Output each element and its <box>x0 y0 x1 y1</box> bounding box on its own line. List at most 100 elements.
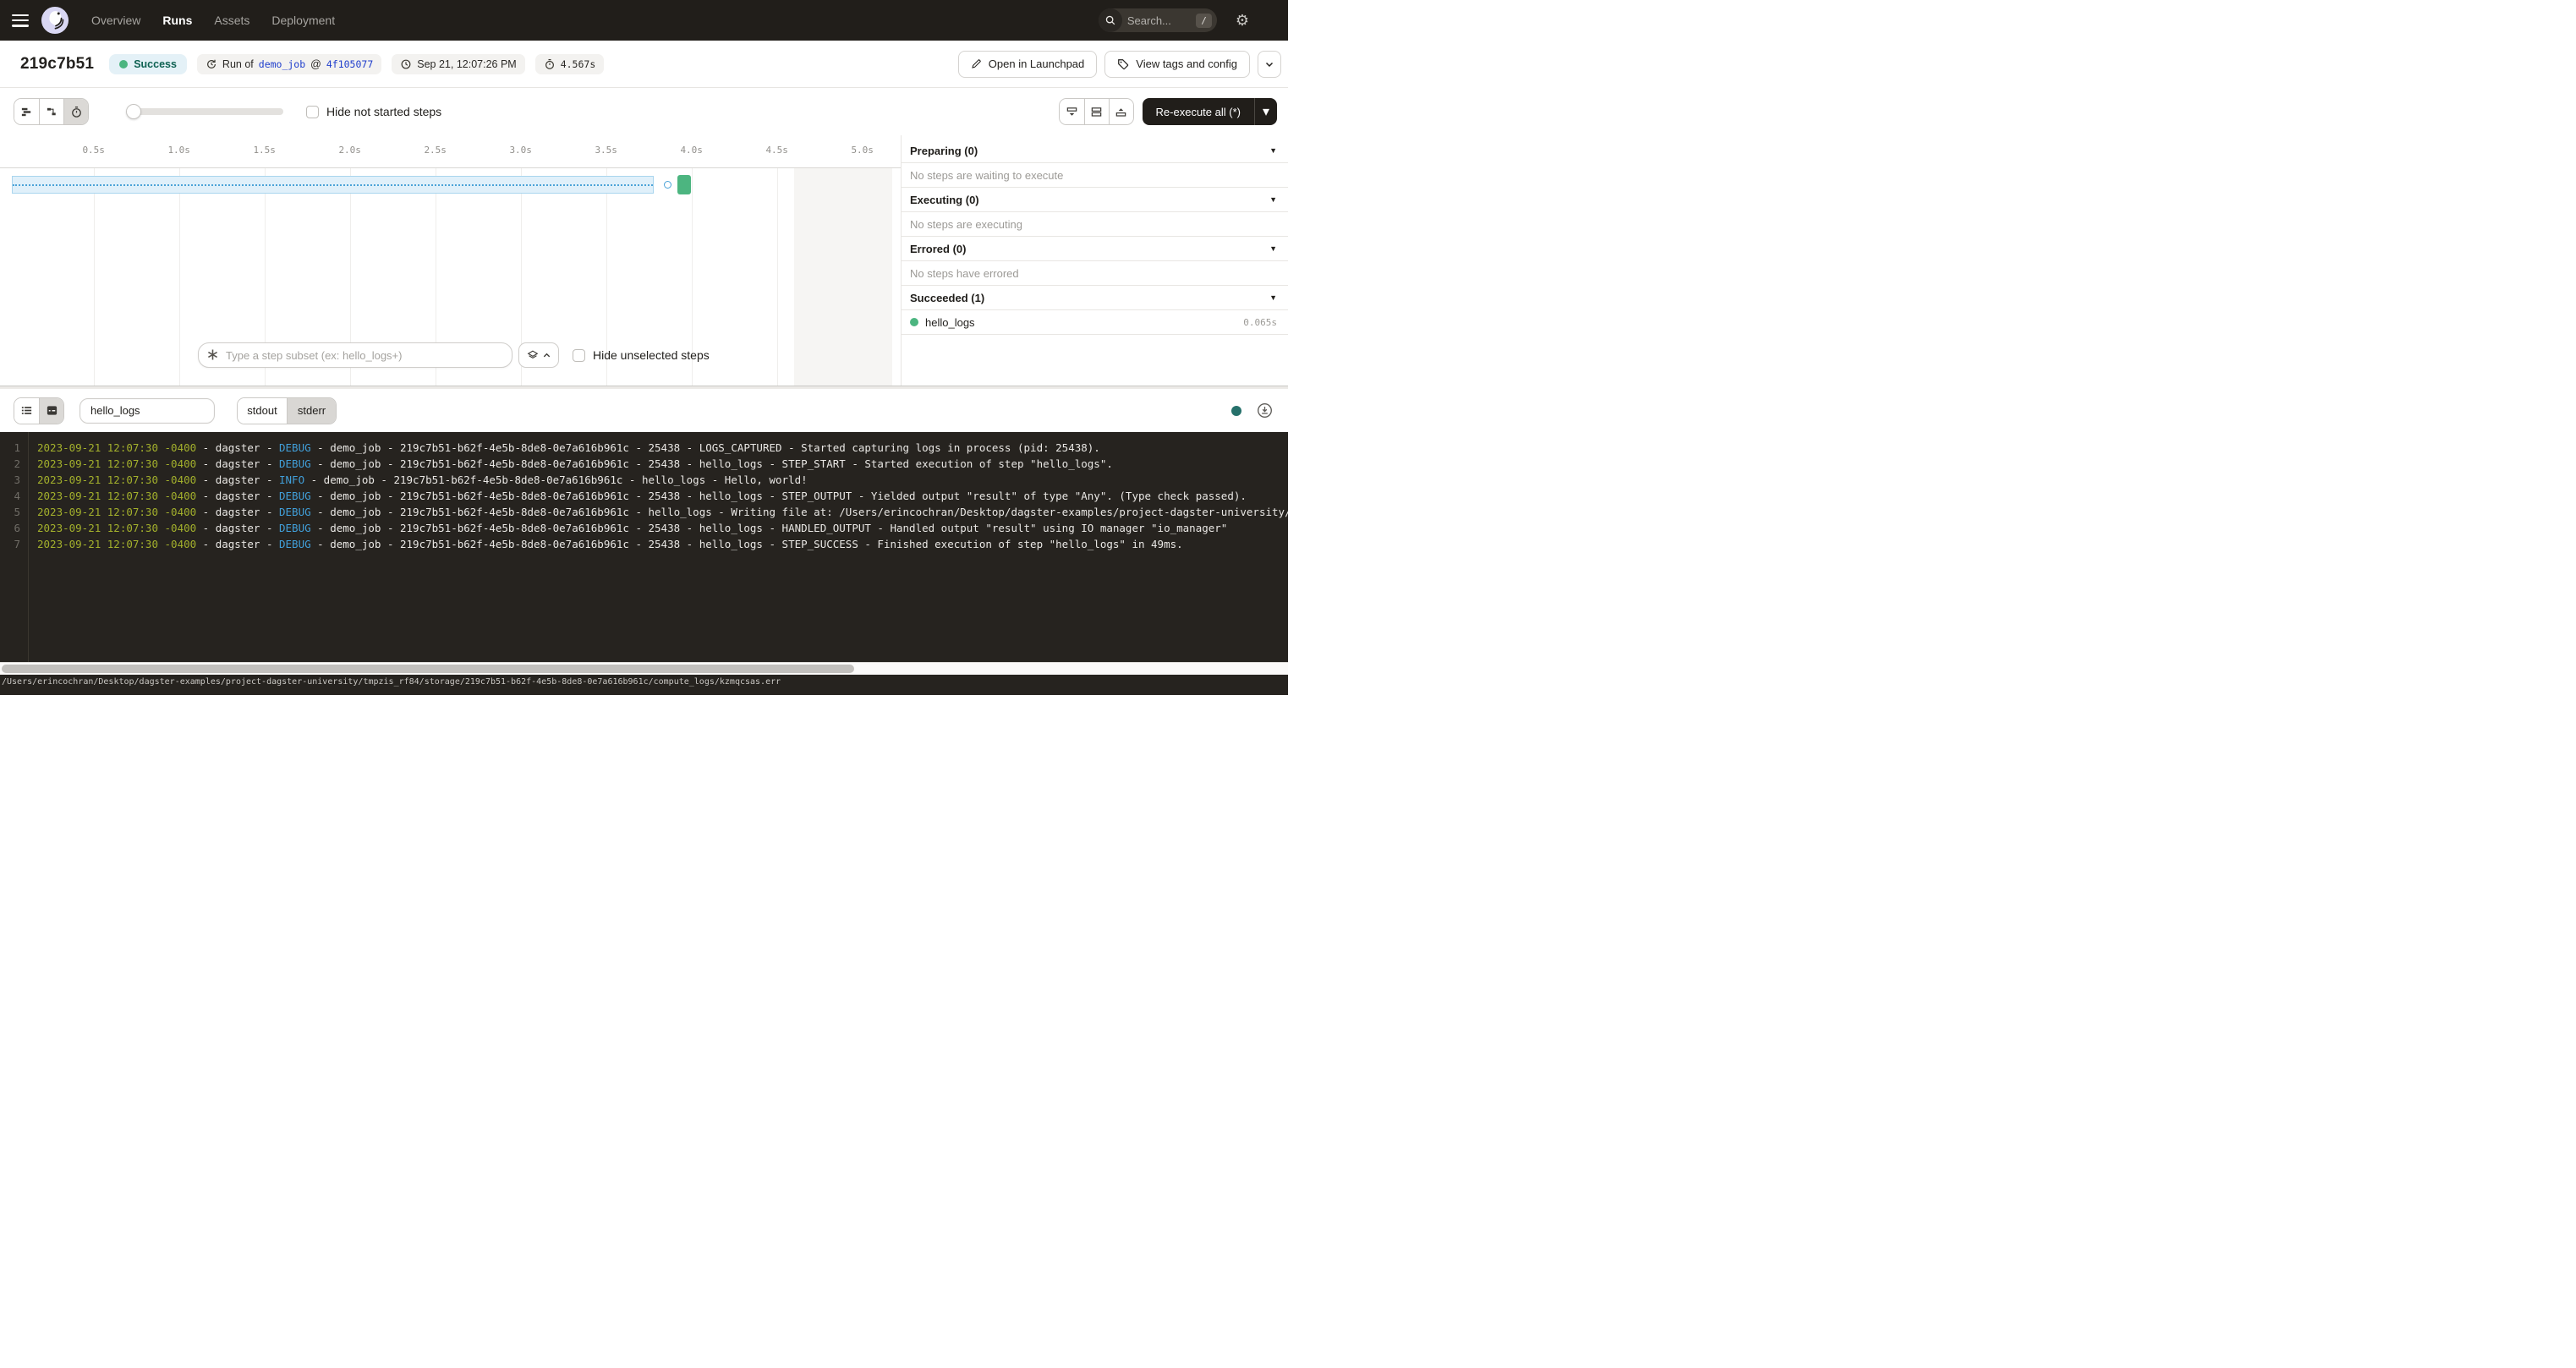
log-step-filter-input[interactable] <box>79 398 215 424</box>
panel-section-header[interactable]: Preparing (0)▼ <box>902 139 1288 163</box>
timer-icon <box>544 58 556 70</box>
tab-stdout[interactable]: stdout <box>238 398 287 424</box>
layers-icon <box>527 349 539 361</box>
gantt-view-mode-group <box>14 98 89 125</box>
log-line: 72023-09-21 12:07:30 -0400 - dagster - D… <box>0 536 1288 552</box>
collapse-top-pane-button[interactable] <box>1109 99 1133 124</box>
line-number-gutter-divider <box>28 432 29 662</box>
section-caret-icon[interactable]: ▼ <box>1269 146 1277 155</box>
gantt-toolbar: Hide not started steps Re-execute all (*… <box>0 88 1288 135</box>
log-line: 42023-09-21 12:07:30 -0400 - dagster - D… <box>0 488 1288 504</box>
log-line-number: 5 <box>0 504 28 520</box>
gantt-step-bar-hello-logs[interactable] <box>677 175 691 194</box>
log-line-text: 2023-09-21 12:07:30 -0400 - dagster - DE… <box>28 488 1247 504</box>
axis-tick-label: 4.5s <box>756 145 798 156</box>
open-in-launchpad-button[interactable]: Open in Launchpad <box>958 51 1097 78</box>
structured-logs-button[interactable] <box>14 398 39 424</box>
search-box[interactable]: / <box>1099 8 1217 32</box>
run-of-tag: Run of demo_job @ 4f105077 <box>197 54 381 74</box>
axis-tick-label: 5.0s <box>841 145 884 156</box>
zoom-slider-handle[interactable] <box>126 104 141 119</box>
log-line-text: 2023-09-21 12:07:30 -0400 - dagster - DE… <box>28 520 1227 536</box>
clock-icon <box>400 58 412 70</box>
search-input[interactable] <box>1122 14 1196 27</box>
split-panes-button[interactable] <box>1084 99 1109 124</box>
chevron-up-icon <box>542 351 551 360</box>
collapse-bottom-pane-button[interactable] <box>1060 99 1084 124</box>
panel-section-title: Preparing (0) <box>910 145 1269 157</box>
section-caret-icon[interactable]: ▼ <box>1269 244 1277 253</box>
run-actions-menu-button[interactable] <box>1258 51 1281 78</box>
nav-item-runs[interactable]: Runs <box>162 14 192 27</box>
tag-icon <box>1117 58 1129 70</box>
reexecute-dropdown-caret[interactable]: ▾ <box>1254 98 1277 125</box>
axis-tick-label: 3.0s <box>500 145 542 156</box>
gear-icon[interactable]: ⚙ <box>1236 13 1249 28</box>
reexecute-all-button[interactable]: Re-execute all (*) ▾ <box>1143 98 1277 125</box>
flat-view-button[interactable] <box>14 99 39 124</box>
console-icon <box>46 404 58 417</box>
gantt-zoom-slider[interactable] <box>128 108 283 115</box>
panel-empty-text: No steps are waiting to execute <box>910 169 1063 182</box>
horizontal-scrollbar-thumb[interactable] <box>2 665 854 673</box>
view-tags-config-button[interactable]: View tags and config <box>1104 51 1250 78</box>
log-line-number: 3 <box>0 472 28 488</box>
hide-unselected-control: Hide unselected steps <box>573 348 710 362</box>
dagster-logo-icon[interactable] <box>41 6 69 35</box>
axis-tick-label: 2.0s <box>329 145 371 156</box>
job-name-link[interactable]: demo_job <box>259 58 305 70</box>
panel-section-title: Errored (0) <box>910 243 1269 255</box>
panel-step-row[interactable]: hello_logs0.065s <box>902 310 1288 335</box>
log-line-number: 7 <box>0 536 28 552</box>
step-subset-row: Hide unselected steps <box>0 342 901 368</box>
panel-empty-row: No steps are executing <box>902 212 1288 237</box>
search-icon <box>1099 8 1122 32</box>
timed-view-button[interactable] <box>63 99 88 124</box>
download-logs-button[interactable] <box>1257 402 1273 419</box>
pane-layout-group <box>1059 98 1134 125</box>
panel-section-header[interactable]: Succeeded (1)▼ <box>902 286 1288 310</box>
code-version-link[interactable]: 4f105077 <box>326 58 373 70</box>
hide-not-started-checkbox[interactable] <box>306 106 319 118</box>
timestamp-tag: Sep 21, 12:07:26 PM <box>392 54 524 74</box>
waterfall-view-button[interactable] <box>39 99 63 124</box>
log-status-dot <box>1231 406 1241 416</box>
panel-empty-row: No steps are waiting to execute <box>902 163 1288 188</box>
log-line-text: 2023-09-21 12:07:30 -0400 - dagster - DE… <box>28 536 1183 552</box>
horizontal-scrollbar[interactable] <box>0 662 1288 675</box>
log-line-number: 1 <box>0 440 28 456</box>
tab-stderr[interactable]: stderr <box>287 398 336 424</box>
nav-item-assets[interactable]: Assets <box>214 14 249 27</box>
log-line-text: 2023-09-21 12:07:30 -0400 - dagster - IN… <box>28 472 808 488</box>
status-dot-icon <box>119 60 128 68</box>
axis-tick-label: 3.5s <box>585 145 628 156</box>
pencil-icon <box>971 58 982 69</box>
log-line-number: 2 <box>0 456 28 472</box>
panel-empty-text: No steps are executing <box>910 218 1022 231</box>
panel-section-header[interactable]: Errored (0)▼ <box>902 237 1288 261</box>
panel-section-header[interactable]: Executing (0)▼ <box>902 188 1288 212</box>
raw-log-output: 1 2023-09-21 12:07:30 -0400 - dagster - D… <box>0 432 1288 662</box>
raw-console-logs-button[interactable] <box>39 398 63 424</box>
section-caret-icon[interactable]: ▼ <box>1269 195 1277 204</box>
log-line-text: 2023-09-21 12:07:30 -0400 - dagster - DE… <box>28 504 1288 520</box>
chevron-down-icon <box>1264 59 1274 69</box>
log-line: 52023-09-21 12:07:30 -0400 - dagster - D… <box>0 504 1288 520</box>
panel-empty-text: No steps have errored <box>910 267 1019 280</box>
section-caret-icon[interactable]: ▼ <box>1269 293 1277 302</box>
hamburger-menu-icon[interactable] <box>12 14 29 27</box>
log-line: 22023-09-21 12:07:30 -0400 - dagster - D… <box>0 456 1288 472</box>
run-header: 219c7b51 Success Run of demo_job @ 4f105… <box>0 41 1288 88</box>
nav-item-overview[interactable]: Overview <box>91 14 140 27</box>
nav-item-deployment[interactable]: Deployment <box>271 14 335 27</box>
panel-section-title: Executing (0) <box>910 194 1269 206</box>
nav-links: Overview Runs Assets Deployment <box>91 14 335 27</box>
duration-tag: 4.567s <box>535 54 605 74</box>
axis-tick-label: 1.0s <box>158 145 200 156</box>
hide-unselected-checkbox[interactable] <box>573 349 585 362</box>
step-subset-input[interactable] <box>198 342 512 368</box>
log-line-number: 4 <box>0 488 28 504</box>
status-badge: Success <box>109 54 187 74</box>
search-shortcut-badge: / <box>1196 14 1212 28</box>
graph-query-options-button[interactable] <box>518 342 559 368</box>
